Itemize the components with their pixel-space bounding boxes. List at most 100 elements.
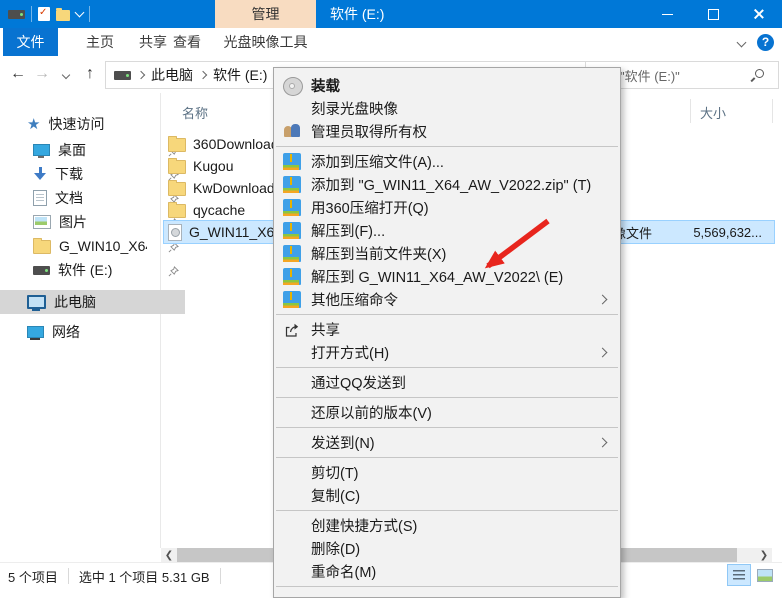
column-divider[interactable] — [690, 99, 691, 123]
menu-item-copy[interactable]: 复制(C) — [274, 484, 620, 507]
quick-access-star-icon: ★ — [27, 117, 40, 132]
menu-separator — [276, 457, 618, 458]
details-view-button[interactable] — [728, 565, 750, 585]
new-folder-icon[interactable] — [56, 10, 70, 21]
desktop-icon — [33, 144, 50, 156]
menu-item-send-to[interactable]: 发送到(N) — [274, 431, 620, 454]
tab-disc-image-tools[interactable]: 光盘映像工具 — [215, 28, 316, 57]
title-bar: 管理 软件 (E:) — [0, 0, 782, 28]
menu-separator — [276, 314, 618, 315]
location-drive-icon — [114, 71, 131, 80]
menu-item-open-with-360zip[interactable]: 用360压缩打开(Q) — [274, 196, 620, 219]
qat-divider — [89, 6, 90, 22]
menu-item-create-shortcut[interactable]: 创建快捷方式(S) — [274, 514, 620, 537]
sidebar-item-this-pc[interactable]: 此电脑 — [0, 290, 185, 314]
menu-item-restore-previous-versions[interactable]: 还原以前的版本(V) — [274, 401, 620, 424]
properties-icon[interactable] — [38, 7, 50, 21]
qat-divider — [31, 6, 32, 22]
menu-item-cut[interactable]: 剪切(T) — [274, 461, 620, 484]
disc-image-file-icon — [168, 224, 182, 241]
close-button[interactable] — [736, 0, 782, 28]
statusbar-divider — [220, 568, 221, 584]
statusbar-divider — [68, 568, 69, 584]
window-title: 软件 (E:) — [330, 0, 384, 28]
breadcrumb-this-pc[interactable]: 此电脑 — [151, 65, 193, 85]
menu-separator — [276, 397, 618, 398]
menu-item-extract-here[interactable]: 解压到当前文件夹(X) — [274, 242, 620, 265]
sidebar-item-downloads[interactable]: 下载 — [0, 162, 191, 186]
column-header-size[interactable]: 大小 — [700, 101, 726, 123]
menu-separator — [276, 510, 618, 511]
minimize-icon — [662, 14, 673, 15]
forward-icon[interactable]: → — [30, 65, 54, 83]
submenu-chevron-icon — [598, 438, 608, 448]
sidebar-item-desktop[interactable]: 桌面 — [0, 138, 191, 162]
ribbon-collapse-chevron-icon[interactable] — [737, 37, 747, 47]
menu-item-mount[interactable]: 装载 — [274, 74, 620, 97]
breadcrumb-drive-e[interactable]: 软件 (E:) — [213, 65, 267, 85]
drive-icon — [33, 266, 50, 275]
zip-360-icon — [283, 176, 301, 193]
folder-icon — [168, 138, 186, 152]
thumbnails-view-button[interactable] — [754, 565, 776, 585]
menu-separator — [276, 427, 618, 428]
explorer-drive-icon[interactable] — [8, 10, 25, 19]
menu-item-more-compress-commands[interactable]: 其他压缩命令 — [274, 288, 620, 311]
chevron-right-icon — [137, 71, 145, 79]
sidebar-item-software-e[interactable]: 软件 (E:) — [0, 258, 191, 282]
folder-icon — [168, 204, 186, 218]
customize-qat-chevron-icon[interactable] — [75, 8, 85, 18]
menu-item-rename[interactable]: 重命名(M) — [274, 560, 620, 583]
scroll-right-icon[interactable]: ❯ — [756, 548, 772, 563]
folder-icon — [168, 160, 186, 174]
menu-item-burn-disc-image[interactable]: 刻录光盘映像 — [274, 97, 620, 120]
file-size-cell: 5,569,632... — [693, 225, 762, 240]
manage-contextual-tab[interactable]: 管理 — [215, 0, 316, 28]
zip-360-icon — [283, 245, 301, 262]
downloads-icon — [33, 167, 47, 181]
context-menu: 装载 刻录光盘映像 管理员取得所有权 添加到压缩文件(A)... 添加到 "G_… — [273, 67, 621, 598]
ribbon-tab-row: 文件 主页 共享 查看 光盘映像工具 ? — [0, 28, 782, 57]
menu-item-delete[interactable]: 删除(D) — [274, 537, 620, 560]
menu-item-take-ownership[interactable]: 管理员取得所有权 — [274, 120, 620, 143]
folder-icon — [168, 182, 186, 196]
minimize-button[interactable] — [644, 0, 690, 28]
sidebar-item-gwin10-folder[interactable]: G_WIN10_X64_ — [0, 234, 191, 258]
search-icon[interactable] — [755, 69, 764, 78]
submenu-chevron-icon — [598, 295, 608, 305]
tab-file[interactable]: 文件 — [3, 28, 58, 56]
tab-view[interactable]: 查看 — [162, 28, 212, 56]
up-icon[interactable]: ↑ — [78, 65, 102, 83]
admin-people-icon — [283, 123, 301, 140]
menu-item-add-to-archive[interactable]: 添加到压缩文件(A)... — [274, 150, 620, 173]
window-controls — [644, 0, 782, 28]
sidebar-item-pictures[interactable]: 图片 — [0, 210, 191, 234]
help-icon[interactable]: ? — [757, 34, 774, 51]
menu-item-share[interactable]: 共享 — [274, 318, 620, 341]
sidebar-item-quick-access[interactable]: ★ 快速访问 — [0, 112, 185, 136]
menu-separator — [276, 367, 618, 368]
menu-item-send-via-qq[interactable]: 通过QQ发送到 — [274, 371, 620, 394]
column-divider[interactable] — [772, 99, 773, 123]
menu-item-add-to-zip[interactable]: 添加到 "G_WIN11_X64_AW_V2022.zip" (T) — [274, 173, 620, 196]
maximize-button[interactable] — [690, 0, 736, 28]
documents-icon — [33, 190, 47, 206]
chevron-right-icon — [199, 71, 207, 79]
sidebar-item-network[interactable]: 网络 — [0, 320, 185, 344]
thumbnails-view-icon — [757, 569, 773, 582]
menu-separator — [276, 586, 618, 587]
menu-item-open-with[interactable]: 打开方式(H) — [274, 341, 620, 364]
scroll-left-icon[interactable]: ❮ — [161, 548, 177, 563]
share-icon — [283, 321, 301, 338]
menu-item-extract-to[interactable]: 解压到(F)... — [274, 219, 620, 242]
column-header-name[interactable]: 名称 — [182, 101, 208, 123]
details-view-icon — [733, 570, 745, 580]
close-icon — [753, 8, 765, 20]
selection-info: 选中 1 个项目 5.31 GB — [79, 567, 210, 586]
menu-item-extract-to-folder[interactable]: 解压到 G_WIN11_X64_AW_V2022\ (E) — [274, 265, 620, 288]
back-icon[interactable]: ← — [6, 65, 30, 83]
submenu-chevron-icon — [598, 348, 608, 358]
sidebar-item-documents[interactable]: 文档 — [0, 186, 191, 210]
tab-home[interactable]: 主页 — [75, 28, 125, 56]
recent-locations-chevron-icon[interactable] — [54, 65, 78, 83]
